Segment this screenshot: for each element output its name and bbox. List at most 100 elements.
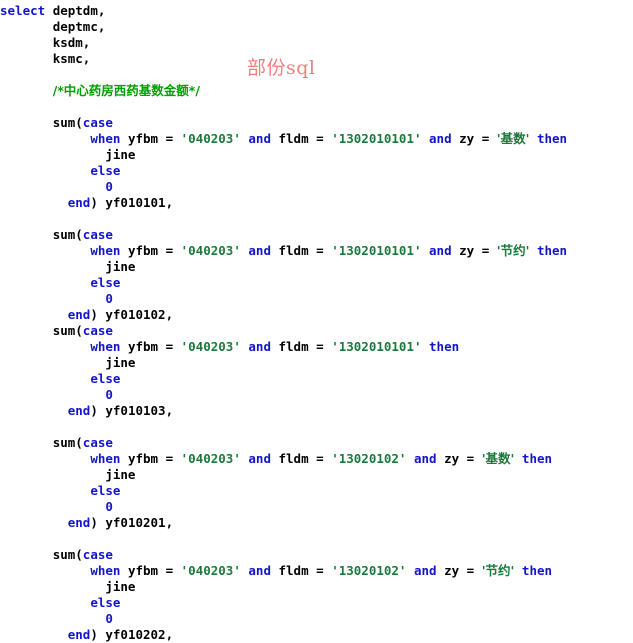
token-sum-open-4: sum( — [52, 547, 83, 562]
keyword-case-2: case — [82, 323, 113, 338]
code-line-else-3: else — [0, 483, 633, 499]
keyword-else-4: else — [90, 595, 121, 610]
code-line-when-2: when yfbm = '040203' and fldm = '1302010… — [90, 339, 460, 354]
code-line-when-1: when yfbm = '040203' and fldm = '1302010… — [90, 243, 568, 258]
code-line-select: select deptdm, — [0, 3, 633, 19]
keyword-end-0: end — [67, 195, 91, 210]
keyword-case-1: case — [82, 227, 113, 242]
sql-code-block[interactable]: select deptdm, deptmc, ksdm, ksmc, /*中心药… — [0, 0, 633, 643]
code-line-when-0: when yfbm = '040203' and fldm = '1302010… — [90, 131, 568, 146]
code-line-blank-6 — [0, 531, 633, 547]
keyword-and-zy-4: and — [413, 563, 437, 578]
column-alias-1: yf010102, — [105, 307, 174, 322]
keyword-case-0: case — [82, 115, 113, 130]
keyword-else-1: else — [90, 275, 121, 290]
column-yfbm-3: yfbm — [127, 451, 159, 466]
keyword-then-4: then — [521, 563, 553, 578]
column-zy-3: zy — [444, 451, 460, 466]
code-line-blank-5 — [0, 419, 633, 435]
token-sum-open-0: sum( — [52, 115, 83, 130]
token-close-paren-3: ) — [90, 515, 106, 530]
code-line-else-0: else — [0, 163, 633, 179]
column-alias-2: yf010103, — [105, 403, 174, 418]
code-line-else-1: else — [0, 275, 633, 291]
token-close-paren-0: ) — [90, 195, 106, 210]
token-sum-open-2: sum( — [52, 323, 83, 338]
value-then-2: jine — [105, 355, 136, 370]
keyword-end-3: end — [67, 515, 91, 530]
code-line-when-3: when yfbm = '040203' and fldm = '1302010… — [90, 451, 553, 466]
column-fldm-1: fldm — [278, 243, 309, 258]
value-fldm-4: '13020102' — [331, 563, 407, 578]
column-fldm-2: fldm — [278, 339, 309, 354]
column-alias-4: yf010202, — [105, 627, 174, 642]
code-line-blank-3 — [0, 211, 633, 227]
code-line-blank-1 — [0, 67, 633, 83]
code-line-then-value-4: jine — [0, 579, 633, 595]
keyword-end-1: end — [67, 307, 91, 322]
keyword-when-2: when — [90, 339, 121, 354]
code-page: select deptdm, deptmc, ksdm, ksmc, /*中心药… — [0, 0, 633, 642]
value-yfbm-2: '040203' — [180, 339, 241, 354]
keyword-select: select — [0, 3, 46, 18]
keyword-and-yfbm-2: and — [248, 339, 271, 354]
value-yfbm-0: '040203' — [180, 131, 241, 146]
value-else-3: 0 — [105, 499, 113, 514]
code-line-end-0: end) yf010101, — [0, 195, 633, 211]
code-line-end-2: end) yf010103, — [0, 403, 633, 419]
column-zy-1: zy — [459, 243, 475, 258]
keyword-end-2: end — [67, 403, 91, 418]
select-column-3: ksmc, — [52, 51, 91, 66]
code-line-then-value-3: jine — [0, 467, 633, 483]
keyword-then-0: then — [536, 131, 568, 146]
watermark-label: 部份sql — [247, 57, 316, 79]
code-line-else-value-3: 0 — [0, 499, 633, 515]
keyword-case-4: case — [82, 547, 113, 562]
value-zy-0: '基数' — [496, 131, 530, 146]
keyword-case-3: case — [82, 435, 113, 450]
keyword-and-zy-0: and — [429, 131, 452, 146]
value-zy-4: '节约' — [481, 563, 515, 578]
column-zy-4: zy — [444, 563, 460, 578]
code-line-else-value-0: 0 — [0, 179, 633, 195]
select-column-1: deptmc, — [52, 19, 106, 34]
code-line-end-1: end) yf010102, — [0, 307, 633, 323]
code-line-sum-open-2: sum(case — [0, 323, 633, 339]
column-yfbm-0: yfbm — [127, 131, 159, 146]
value-then-4: jine — [105, 579, 136, 594]
value-else-0: 0 — [105, 179, 113, 194]
keyword-when-0: when — [90, 131, 121, 146]
code-line-when-4: when yfbm = '040203' and fldm = '1302010… — [90, 563, 553, 578]
code-line-column-3: ksmc, — [0, 51, 633, 67]
select-column-0: deptdm, — [52, 3, 106, 18]
value-else-4: 0 — [105, 611, 113, 626]
code-line-else-value-2: 0 — [0, 387, 633, 403]
keyword-else-3: else — [90, 483, 121, 498]
token-close-paren-1: ) — [90, 307, 106, 322]
keyword-then-3: then — [521, 451, 553, 466]
value-fldm-0: '1302010101' — [331, 131, 422, 146]
code-line-sum-open-4: sum(case — [0, 547, 633, 563]
keyword-and-yfbm-3: and — [248, 451, 271, 466]
code-line-then-value-0: jine — [0, 147, 633, 163]
keyword-when-3: when — [90, 451, 121, 466]
column-yfbm-2: yfbm — [127, 339, 159, 354]
code-line-blank-2 — [0, 99, 633, 115]
value-else-1: 0 — [105, 291, 113, 306]
code-line-else-value-4: 0 — [0, 611, 633, 627]
code-line-else-2: else — [0, 371, 633, 387]
keyword-and-zy-3: and — [413, 451, 437, 466]
value-fldm-3: '13020102' — [331, 451, 407, 466]
keyword-then-2: then — [429, 339, 460, 354]
code-line-then-value-2: jine — [0, 355, 633, 371]
code-line-comment: /*中心药房西药基数金额*/ — [0, 83, 633, 99]
token-sum-open-1: sum( — [52, 227, 83, 242]
column-alias-3: yf010201, — [105, 515, 174, 530]
value-then-3: jine — [105, 467, 136, 482]
keyword-else-0: else — [90, 163, 121, 178]
value-then-0: jine — [105, 147, 136, 162]
column-yfbm-4: yfbm — [127, 563, 159, 578]
code-line-end-3: end) yf010201, — [0, 515, 633, 531]
code-line-end-4: end) yf010202, — [0, 627, 633, 643]
column-yfbm-1: yfbm — [127, 243, 159, 258]
